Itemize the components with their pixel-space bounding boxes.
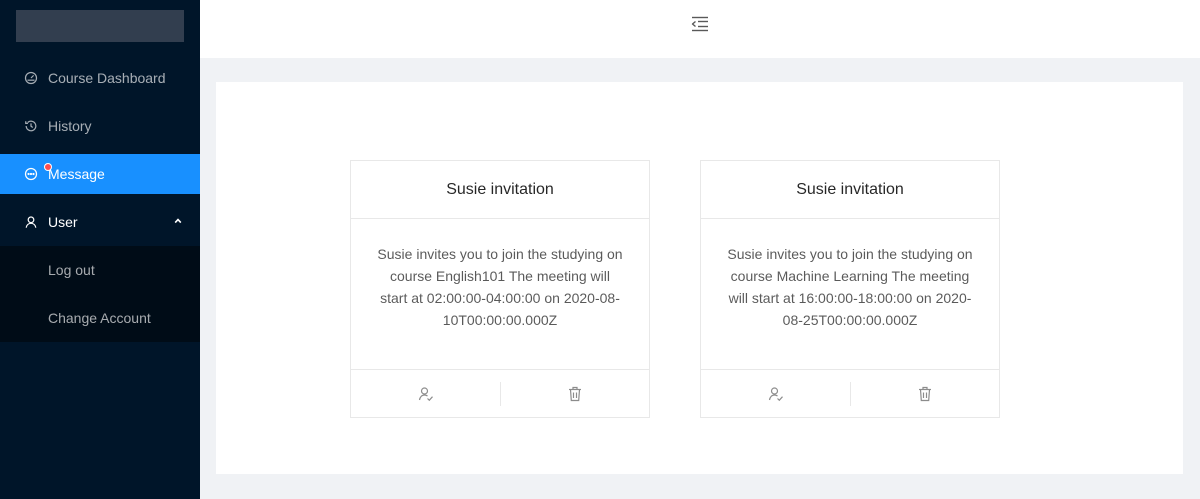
delete-icon	[568, 386, 581, 401]
card-actions	[351, 369, 649, 417]
user-icon	[24, 215, 38, 229]
sidebar-item-change-account[interactable]: Change Account	[0, 298, 200, 338]
card-body-text: Susie invites you to join the studying o…	[377, 246, 623, 328]
menu-fold-icon[interactable]	[691, 16, 709, 32]
invitation-card: Susie invitation Susie invites you to jo…	[350, 160, 650, 418]
sidebar-item-history[interactable]: History	[0, 106, 200, 146]
chevron-up-icon	[174, 218, 182, 224]
sidebar-item-label: Change Account	[48, 310, 151, 326]
sidebar-item-course-dashboard[interactable]: Course Dashboard	[0, 58, 200, 98]
card-body-text: Susie invites you to join the studying o…	[727, 246, 973, 328]
sidebar-item-label: History	[48, 118, 92, 134]
dashboard-icon	[24, 71, 38, 85]
card-actions	[701, 369, 999, 417]
accept-invitation-button[interactable]	[701, 370, 850, 417]
main-content: Susie invitation Susie invites you to jo…	[216, 82, 1183, 474]
invitation-card: Susie invitation Susie invites you to jo…	[700, 160, 1000, 418]
sidebar-menu: Course Dashboard History Message User Lo…	[0, 58, 200, 342]
accept-invitation-button[interactable]	[351, 370, 500, 417]
sidebar: Course Dashboard History Message User Lo…	[0, 0, 200, 499]
sidebar-item-label: Course Dashboard	[48, 70, 166, 86]
message-badge-dot	[45, 164, 51, 170]
sidebar-submenu-label: User	[48, 214, 78, 230]
history-icon	[24, 119, 38, 133]
delete-invitation-button[interactable]	[850, 370, 999, 417]
sidebar-submenu-user[interactable]: User	[0, 202, 200, 242]
sidebar-item-label: Message	[48, 166, 105, 182]
card-title: Susie invitation	[351, 161, 649, 219]
top-header	[200, 0, 1200, 58]
card-title: Susie invitation	[701, 161, 999, 219]
accept-icon	[418, 386, 433, 401]
message-icon	[24, 167, 38, 181]
user-submenu: Log out Change Account	[0, 246, 200, 342]
delete-icon	[918, 386, 931, 401]
sidebar-item-label: Log out	[48, 262, 95, 278]
sidebar-item-message[interactable]: Message	[0, 154, 200, 194]
accept-icon	[768, 386, 783, 401]
delete-invitation-button[interactable]	[500, 370, 649, 417]
sidebar-item-log-out[interactable]: Log out	[0, 250, 200, 290]
logo	[16, 10, 184, 42]
